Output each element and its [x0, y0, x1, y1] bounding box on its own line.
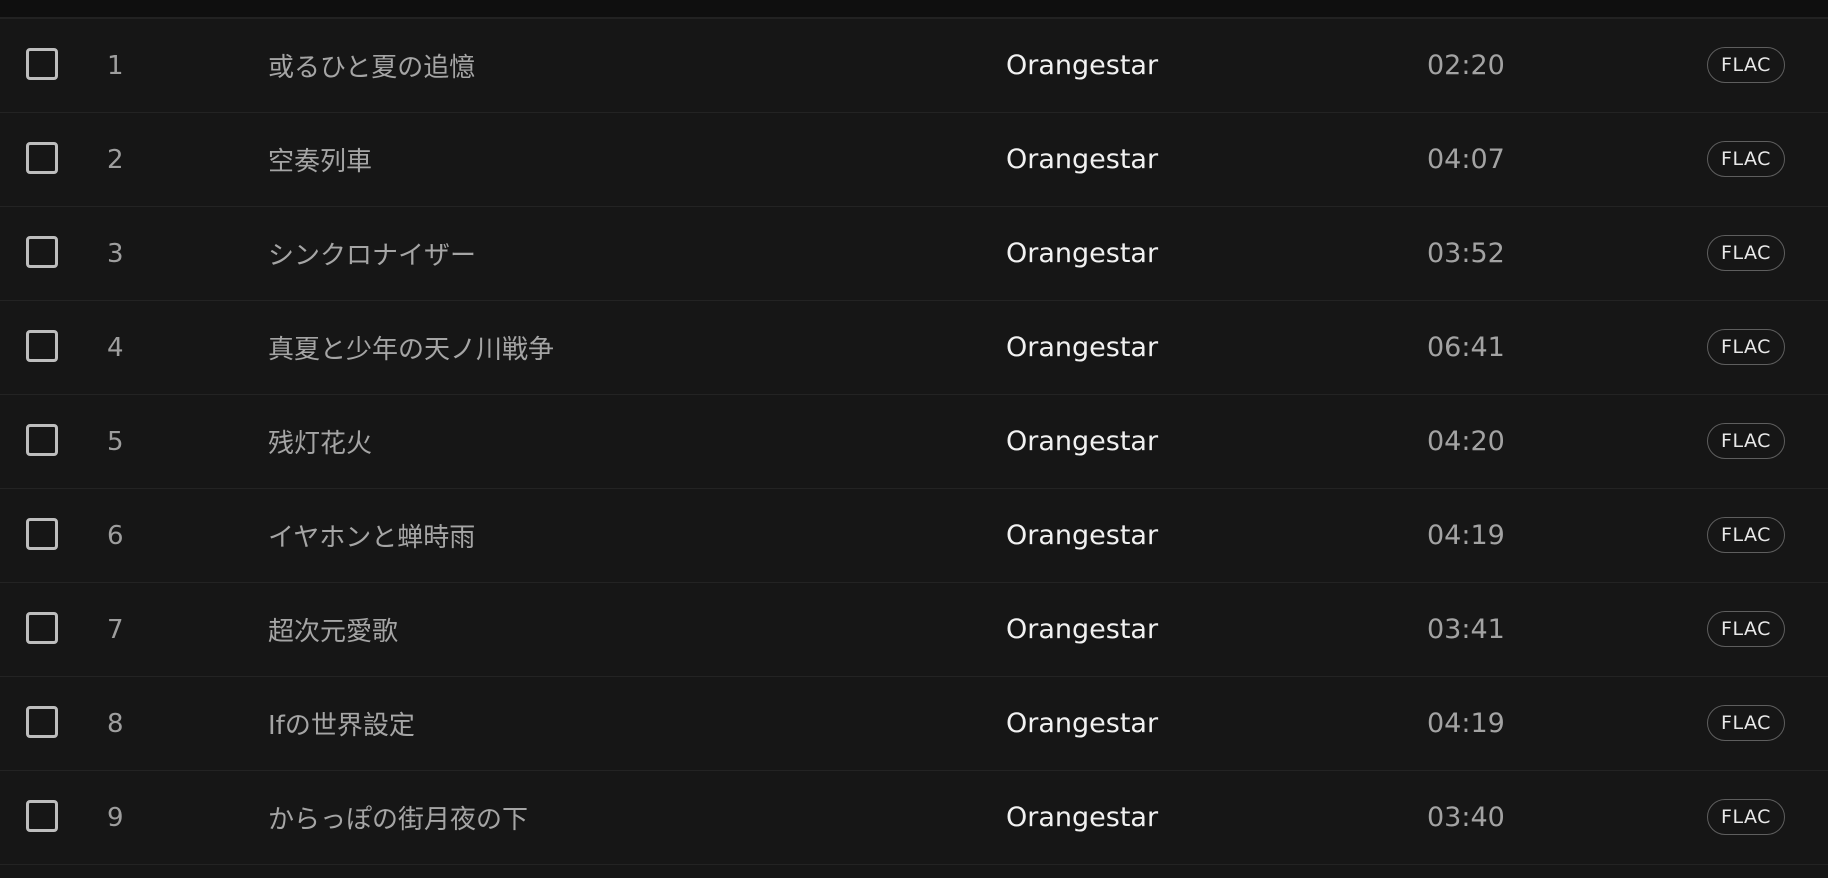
track-row[interactable]: 1 或るひと夏の追憶 Orangestar 02:20 FLAC	[0, 19, 1828, 113]
track-checkbox[interactable]	[26, 800, 58, 832]
track-number: 5	[107, 426, 124, 457]
format-badge: FLAC	[1707, 705, 1785, 741]
track-number: 7	[107, 614, 124, 645]
track-number: 9	[107, 802, 124, 833]
track-number: 4	[107, 332, 124, 363]
track-title[interactable]: Ifの世界設定	[268, 677, 968, 770]
track-artist[interactable]: Orangestar	[1006, 207, 1326, 300]
format-badge: FLAC	[1707, 47, 1785, 83]
track-title[interactable]: シンクロナイザー	[268, 207, 968, 300]
format-badge: FLAC	[1707, 611, 1785, 647]
track-checkbox[interactable]	[26, 48, 58, 80]
track-duration: 02:20	[1427, 50, 1505, 81]
track-title[interactable]: 空奏列車	[268, 113, 968, 206]
format-badge: FLAC	[1707, 423, 1785, 459]
track-number: 8	[107, 708, 124, 739]
format-badge: FLAC	[1707, 517, 1785, 553]
track-checkbox[interactable]	[26, 142, 58, 174]
track-duration: 03:52	[1427, 238, 1505, 269]
track-artist[interactable]: Orangestar	[1006, 583, 1326, 676]
track-title[interactable]: 或るひと夏の追憶	[268, 19, 968, 112]
track-checkbox[interactable]	[26, 236, 58, 268]
track-title[interactable]: 超次元愛歌	[268, 583, 968, 676]
track-artist[interactable]: Orangestar	[1006, 395, 1326, 488]
track-checkbox[interactable]	[26, 424, 58, 456]
track-row[interactable]: 7 超次元愛歌 Orangestar 03:41 FLAC	[0, 583, 1828, 677]
format-badge: FLAC	[1707, 141, 1785, 177]
list-header-strip	[0, 0, 1828, 19]
track-checkbox[interactable]	[26, 612, 58, 644]
track-duration: 04:07	[1427, 144, 1505, 175]
track-checkbox[interactable]	[26, 330, 58, 362]
track-row[interactable]: 4 真夏と少年の天ノ川戦争 Orangestar 06:41 FLAC	[0, 301, 1828, 395]
track-number: 3	[107, 238, 124, 269]
track-duration: 03:40	[1427, 802, 1505, 833]
track-number: 6	[107, 520, 124, 551]
track-number: 1	[107, 50, 124, 81]
track-duration: 04:20	[1427, 426, 1505, 457]
track-artist[interactable]: Orangestar	[1006, 771, 1326, 864]
track-title[interactable]: イヤホンと蝉時雨	[268, 489, 968, 582]
track-artist[interactable]: Orangestar	[1006, 19, 1326, 112]
track-title[interactable]: 真夏と少年の天ノ川戦争	[268, 301, 968, 394]
track-title[interactable]: 残灯花火	[268, 395, 968, 488]
track-row[interactable]: 6 イヤホンと蝉時雨 Orangestar 04:19 FLAC	[0, 489, 1828, 583]
format-badge: FLAC	[1707, 799, 1785, 835]
track-artist[interactable]: Orangestar	[1006, 677, 1326, 770]
format-badge: FLAC	[1707, 235, 1785, 271]
format-badge: FLAC	[1707, 329, 1785, 365]
track-checkbox[interactable]	[26, 518, 58, 550]
track-duration: 06:41	[1427, 332, 1505, 363]
track-duration: 04:19	[1427, 708, 1505, 739]
track-row[interactable]: 2 空奏列車 Orangestar 04:07 FLAC	[0, 113, 1828, 207]
track-number: 2	[107, 144, 124, 175]
track-row[interactable]: 8 Ifの世界設定 Orangestar 04:19 FLAC	[0, 677, 1828, 771]
track-list: 1 或るひと夏の追憶 Orangestar 02:20 FLAC 2 空奏列車 …	[0, 19, 1828, 865]
track-duration: 03:41	[1427, 614, 1505, 645]
track-artist[interactable]: Orangestar	[1006, 301, 1326, 394]
track-row[interactable]: 3 シンクロナイザー Orangestar 03:52 FLAC	[0, 207, 1828, 301]
track-checkbox[interactable]	[26, 706, 58, 738]
track-artist[interactable]: Orangestar	[1006, 113, 1326, 206]
track-title[interactable]: からっぽの街月夜の下	[268, 771, 968, 864]
track-row[interactable]: 5 残灯花火 Orangestar 04:20 FLAC	[0, 395, 1828, 489]
track-row[interactable]: 9 からっぽの街月夜の下 Orangestar 03:40 FLAC	[0, 771, 1828, 865]
track-artist[interactable]: Orangestar	[1006, 489, 1326, 582]
track-duration: 04:19	[1427, 520, 1505, 551]
